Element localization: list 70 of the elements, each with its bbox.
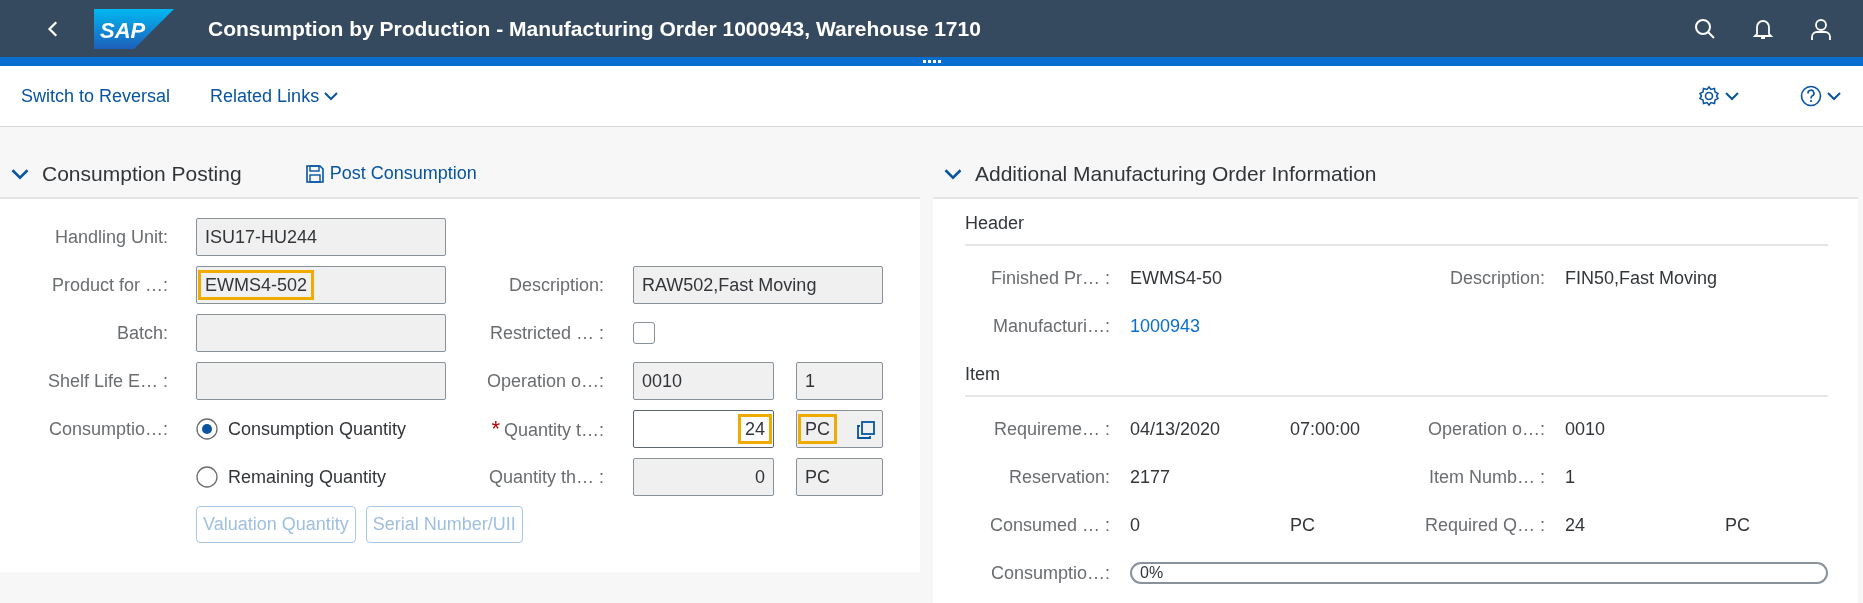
field-label: Manufacturi…: (991, 314, 1111, 338)
order-link[interactable]: 1000943 (1130, 315, 1201, 337)
input-field[interactable]: PC (796, 410, 883, 448)
field-label: Item Numb… : (1427, 465, 1546, 489)
field-label: Restricted … : (488, 322, 605, 344)
input-field[interactable]: 24 (633, 410, 774, 448)
save-icon (305, 164, 324, 183)
field-label: Operation o…: (485, 370, 605, 392)
section-title: Item (965, 350, 1828, 397)
field-label: Requireme… : (992, 417, 1111, 441)
input-field[interactable]: EWMS4-502 (196, 266, 446, 304)
field-label: Product for …: (50, 274, 169, 296)
company-logo[interactable]: SAP (94, 8, 174, 49)
highlight-box: PC (798, 414, 837, 444)
input-field[interactable] (196, 314, 446, 352)
section-title: Header (965, 199, 1828, 246)
window-title: Consumption by Production - Manufacturing Order 1000943, Warehouse 1710 (208, 16, 982, 41)
panel-title: Additional Manufacturing Order Information (975, 161, 1377, 186)
input-field[interactable] (196, 362, 446, 400)
field-label: Reservation: (1007, 465, 1111, 489)
field-value: PC (1725, 513, 1751, 537)
field-label: Handling Unit: (53, 226, 169, 248)
field-label: Description: (507, 274, 605, 296)
field-value: PC (1290, 513, 1316, 537)
user-icon[interactable] (1809, 16, 1833, 41)
field-value: 1 (1565, 465, 1576, 489)
field-label: Description: (1448, 266, 1546, 290)
field-label: Consumed … : (988, 513, 1111, 537)
input-field[interactable]: ISU17-HU244 (196, 218, 446, 256)
progress-bar: 0% (1130, 562, 1828, 584)
field-value: 04/13/2020 (1130, 417, 1222, 441)
input-field[interactable]: 1 (796, 362, 883, 400)
field-label: Quantity th… : (487, 466, 605, 488)
radio-label: Consumption Quantity (228, 418, 407, 440)
input-field[interactable]: RAW502,Fast Moving (633, 266, 883, 304)
toolbar-link[interactable]: Switch to Reversal (21, 85, 171, 107)
settings-icon (1698, 85, 1720, 107)
radio-label: Remaining Quantity (228, 466, 387, 488)
input-field[interactable]: 0010 (633, 362, 774, 400)
resize-grip-icon[interactable] (922, 60, 941, 63)
help-menu-button[interactable] (1800, 85, 1842, 107)
input-field[interactable]: 0 (633, 458, 774, 496)
field-label: Consumptio…: (47, 418, 169, 440)
highlight-box: 24 (737, 414, 772, 444)
field-value: 2177 (1130, 465, 1172, 489)
input-field[interactable]: PC (796, 458, 883, 496)
radio-button[interactable] (196, 418, 218, 440)
help-icon (1800, 85, 1822, 107)
field-label: Batch: (115, 322, 169, 344)
field-value: FIN50,Fast Moving (1565, 266, 1719, 290)
field-value: 24 (1565, 513, 1587, 537)
field-label: * Quantity t…: (490, 416, 605, 442)
field-value: EWMS4-50 (1130, 266, 1224, 290)
field-value: 0 (1130, 513, 1141, 537)
field-label: Consumptio…: (989, 561, 1111, 585)
field-label: Required Q… : (1423, 513, 1546, 537)
panel-title: Consumption Posting (42, 161, 242, 186)
field-label: Finished Pr… : (989, 266, 1111, 290)
post-consumption-link[interactable]: Post Consumption (305, 163, 477, 184)
settings-menu-button[interactable] (1698, 85, 1740, 107)
radio-button[interactable] (196, 466, 218, 488)
checkbox[interactable] (633, 322, 655, 344)
field-label: Operation o…: (1426, 417, 1546, 441)
highlight-box: EWMS4-502 (198, 270, 315, 300)
search-icon[interactable] (1693, 16, 1717, 41)
field-value: 0010 (1565, 417, 1607, 441)
menu-link[interactable]: Related Links (210, 85, 340, 107)
value-help-icon[interactable] (856, 420, 876, 440)
field-value: 07:00:00 (1290, 417, 1362, 441)
field-label: Shelf Life E… : (46, 370, 169, 392)
